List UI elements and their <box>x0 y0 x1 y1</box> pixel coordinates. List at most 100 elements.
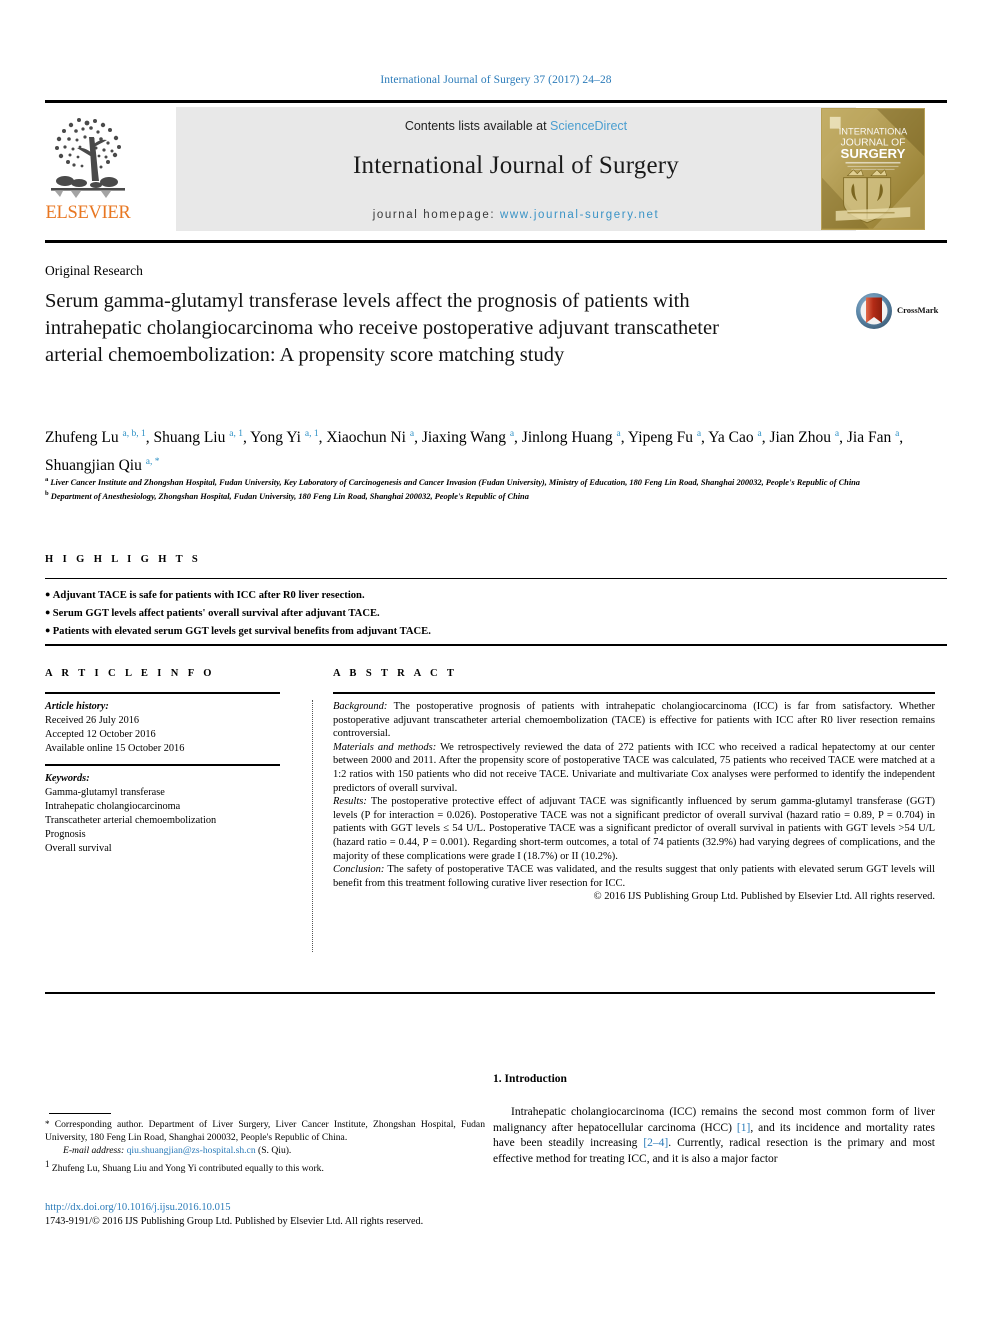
abstract-body: Background: The postoperative prognosis … <box>333 700 935 904</box>
equal-text: Zhufeng Lu, Shuang Liu and Yong Yi contr… <box>49 1162 324 1174</box>
article-history-item: Accepted 12 October 2016 <box>45 729 156 740</box>
keywords-divider-rule <box>45 764 280 766</box>
author-name: Jiaxing Wang <box>421 429 510 447</box>
author-entry: Xiaochun Ni a, <box>326 429 421 446</box>
article-history-item: Available online 15 October 2016 <box>45 743 185 754</box>
affiliation-item: b Department of Anesthesiology, Zhongsha… <box>45 488 935 502</box>
homepage-label: journal homepage: <box>372 209 500 221</box>
crossmark-badge[interactable]: CrossMark <box>855 292 947 332</box>
running-head: International Journal of Surgery 37 (201… <box>380 74 612 86</box>
author-name: Shuangjian Qiu <box>45 457 146 475</box>
author-entry: Jinlong Huang a, <box>522 429 628 446</box>
author-name: Jia Fan <box>846 429 896 447</box>
crossmark-label: CrossMark <box>897 305 939 315</box>
abstract-heading: A B S T R A C T <box>333 668 458 679</box>
header-bottom-rule <box>45 240 947 243</box>
column-divider <box>312 700 313 952</box>
issn-copyright-line: 1743-9191/© 2016 IJS Publishing Group Lt… <box>45 1216 424 1227</box>
email-note: E-mail address: qiu.shuangjian@zs-hospit… <box>45 1144 485 1157</box>
bullet-icon: ● <box>45 625 53 635</box>
author-entry: Jiaxing Wang a, <box>422 429 522 446</box>
footnote-rule <box>49 1113 111 1114</box>
elsevier-logo: ELSEVIER <box>45 107 131 231</box>
keyword-item: Intrahepatic cholangiocarcinoma <box>45 801 181 812</box>
introduction-heading: 1. Introduction <box>493 1073 567 1085</box>
article-category: Original Research <box>45 263 143 278</box>
author-name: Zhufeng Lu <box>45 429 123 447</box>
author-name: Yipeng Fu <box>627 429 697 447</box>
author-affiliation-marker: a, 1 <box>304 429 319 439</box>
author-name: Shuang Liu <box>153 429 230 447</box>
author-affiliation-marker: a, * <box>145 457 160 468</box>
highlights-bottom-rule <box>45 644 947 646</box>
abstract-section: Conclusion: The safety of postoperative … <box>333 863 935 890</box>
equal-contribution-note: 1 Zhufeng Lu, Shuang Liu and Yong Yi con… <box>45 1158 485 1175</box>
abstract-section-label: Background: <box>333 701 388 712</box>
reference-link-1[interactable]: [1] <box>737 1122 750 1134</box>
affiliation-text: Department of Anesthesiology, Zhongshan … <box>48 492 529 502</box>
footnotes-block: * Corresponding author. Department of Li… <box>45 1118 485 1175</box>
article-history-block: Article history: Received 26 July 2016 Ac… <box>45 700 295 756</box>
keywords-items: Gamma-glutamyl transferase Intrahepatic c… <box>45 786 295 856</box>
journal-title: International Journal of Surgery <box>353 152 679 179</box>
affiliation-list: a Liver Cancer Institute and Zhongshan H… <box>45 474 935 503</box>
bullet-icon: ● <box>45 607 53 617</box>
abstract-section: Background: The postoperative prognosis … <box>333 700 935 741</box>
abstract-section-text: The postoperative protective effect of a… <box>333 796 935 862</box>
author-entry: Shuangjian Qiu a, * <box>45 457 159 474</box>
keywords-label: Keywords: <box>45 773 90 784</box>
email-suffix: (S. Qiu). <box>255 1145 292 1157</box>
crossmark-icon <box>856 293 892 329</box>
contents-lists-line: Contents lists available at ScienceDirec… <box>176 119 856 133</box>
reference-link-2[interactable]: [2–4] <box>643 1137 668 1149</box>
introduction-paragraph: Intrahepatic cholangiocarcinoma (ICC) re… <box>493 1105 935 1167</box>
elsevier-tree-icon <box>51 118 125 198</box>
highlight-item: ● Adjuvant TACE is safe for patients wit… <box>45 586 935 604</box>
header-top-rule <box>45 100 947 103</box>
abstract-rule <box>333 692 935 694</box>
affiliation-text: Liver Cancer Institute and Zhongshan Hos… <box>48 477 860 487</box>
svg-text:INTERNATIONA: INTERNATIONA <box>839 126 908 136</box>
author-affiliation-marker: a, 1 <box>229 429 243 439</box>
author-entry: Shuang Liu a, 1, <box>153 429 250 446</box>
abstract-section-label: Materials and methods: <box>333 741 437 753</box>
email-label: E-mail address: <box>63 1145 125 1157</box>
article-history-item: Received 26 July 2016 <box>45 715 140 726</box>
email-link[interactable]: qiu.shuangjian@zs-hospital.sh.cn <box>127 1145 256 1156</box>
author-entry: Yong Yi a, 1, <box>250 429 326 446</box>
elsevier-wordmark: ELSEVIER <box>45 203 131 223</box>
article-info-rule <box>45 692 280 694</box>
author-entry: Zhufeng Lu a, b, 1, <box>45 429 153 446</box>
highlight-text: Patients with elevated serum GGT levels … <box>52 626 431 637</box>
doi-link[interactable]: http://dx.doi.org/10.1016/j.ijsu.2016.10… <box>45 1202 231 1213</box>
highlights-heading: H I G H L I G H T S <box>45 554 202 565</box>
page-title: Serum gamma-glutamyl transferase levels … <box>45 290 719 366</box>
journal-article-page: International Journal of Surgery 37 (201… <box>0 0 992 1323</box>
article-info-heading: A R T I C L E I N F O <box>45 668 215 679</box>
author-entry: Jia Fan a, <box>847 429 903 446</box>
keyword-item: Transcatheter arterial chemoembolization <box>45 815 217 826</box>
author-entry: Yipeng Fu a, <box>628 429 708 446</box>
author-name: Jian Zhou <box>769 429 835 447</box>
cover-artwork: INTERNATIONA JOURNAL OF SURGERY <box>822 109 924 229</box>
author-list: Zhufeng Lu a, b, 1, Shuang Liu a, 1, Yon… <box>45 422 935 478</box>
author-entry: Jian Zhou a, <box>769 429 846 446</box>
highlight-text: Adjuvant TACE is safe for patients with … <box>52 590 365 601</box>
abstract-section-label: Results: <box>333 796 367 808</box>
corresponding-text: Corresponding author. Department of Live… <box>45 1119 485 1144</box>
abstract-section-text: The postoperative prognosis of patients … <box>333 701 935 740</box>
abstract-copyright: © 2016 IJS Publishing Group Ltd. Publish… <box>593 891 935 903</box>
sciencedirect-link[interactable]: ScienceDirect <box>550 119 627 133</box>
highlights-top-rule <box>45 578 947 579</box>
corresponding-author-note: * Corresponding author. Department of Li… <box>45 1118 485 1144</box>
svg-text:SURGERY: SURGERY <box>841 146 906 161</box>
author-name: Yong Yi <box>250 429 305 447</box>
author-separator: , <box>839 429 847 447</box>
bullet-icon: ● <box>45 589 53 599</box>
highlight-item: ● Patients with elevated serum GGT level… <box>45 622 935 640</box>
article-history-label: Article history: <box>45 701 109 712</box>
journal-cover-thumbnail[interactable]: INTERNATIONA JOURNAL OF SURGERY <box>821 108 925 230</box>
author-separator: , <box>514 429 522 447</box>
journal-homepage-link[interactable]: www.journal-surgery.net <box>500 209 659 221</box>
keyword-item: Gamma-glutamyl transferase <box>45 787 165 798</box>
